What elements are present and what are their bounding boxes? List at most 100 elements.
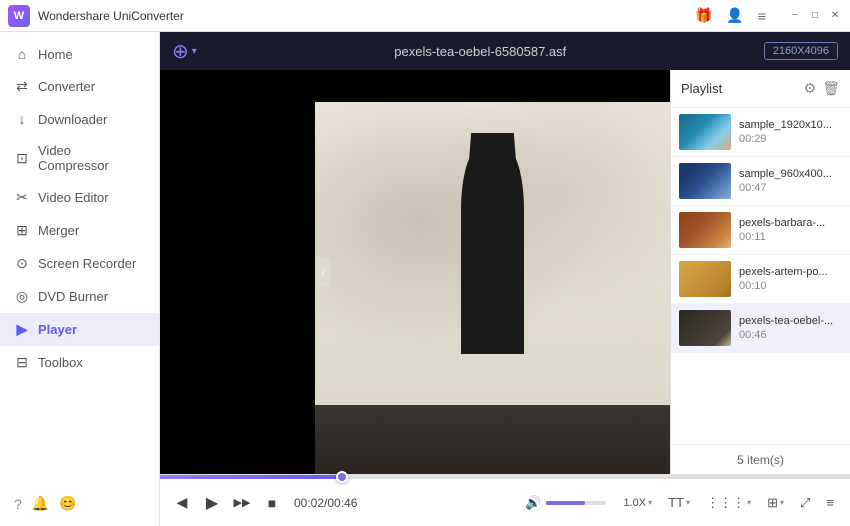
- playlist-item-duration: 00:29: [739, 133, 842, 145]
- subtitles-button[interactable]: TT ▾: [662, 491, 696, 514]
- player-controls: ◀ ▶ ▶▶ ■ 00:02/00:46 🔊 1.0X ▾: [160, 474, 850, 526]
- editor-icon: ✂: [14, 189, 30, 206]
- playlist-items: sample_1920x10... 00:29 sample_960x400..…: [671, 108, 850, 444]
- sidebar-item-toolbox[interactable]: ⊟ Toolbox: [0, 346, 159, 379]
- more-options-button[interactable]: ≡: [820, 491, 840, 514]
- crop-icon: ⊞: [767, 495, 778, 511]
- resolution-badge: 2160X4096: [764, 42, 838, 60]
- dvd-icon: ◎: [14, 288, 30, 305]
- sidebar-item-label: Video Compressor: [38, 143, 145, 173]
- more-options-icon: ≡: [826, 495, 834, 510]
- user-icon[interactable]: 👤: [722, 5, 747, 26]
- menu-icon[interactable]: ≡: [754, 6, 770, 26]
- downloader-icon: ↓: [14, 111, 30, 127]
- feedback-icon[interactable]: 😊: [59, 495, 76, 512]
- list-item[interactable]: sample_960x400... 00:47: [671, 157, 850, 206]
- list-item[interactable]: pexels-tea-oebel-... 00:46: [671, 304, 850, 353]
- sidebar-item-label: Toolbox: [38, 355, 83, 370]
- maximize-button[interactable]: □: [808, 9, 822, 23]
- playlist-settings-icon[interactable]: ⚙: [804, 80, 817, 97]
- playlist-item-name: sample_960x400...: [739, 168, 842, 180]
- gift-icon[interactable]: 🎁: [691, 5, 716, 26]
- close-button[interactable]: ✕: [828, 9, 842, 23]
- video-left-panel: [160, 70, 315, 474]
- add-icon: ⊕: [172, 39, 189, 64]
- recorder-icon: ⊙: [14, 255, 30, 272]
- playlist-item-name: sample_1920x10...: [739, 119, 842, 131]
- playlist-thumb: [679, 261, 731, 297]
- playlist-item-info: sample_1920x10... 00:29: [739, 119, 842, 145]
- sidebar-item-dvd-burner[interactable]: ◎ DVD Burner: [0, 280, 159, 313]
- crop-chevron-icon: ▾: [780, 498, 784, 507]
- list-item[interactable]: sample_1920x10... 00:29: [671, 108, 850, 157]
- fullscreen-button[interactable]: ⤢: [794, 491, 816, 515]
- sidebar-item-screen-recorder[interactable]: ⊙ Screen Recorder: [0, 247, 159, 280]
- volume-icon[interactable]: 🔊: [525, 495, 541, 511]
- sidebar-item-video-compressor[interactable]: ⊡ Video Compressor: [0, 135, 159, 181]
- compressor-icon: ⊡: [14, 150, 30, 167]
- sidebar-item-player[interactable]: ▶ Player: [0, 313, 159, 346]
- volume-section: 🔊: [525, 495, 605, 511]
- volume-slider[interactable]: [546, 501, 606, 505]
- merger-icon: ⊞: [14, 222, 30, 239]
- sidebar-item-label: Converter: [38, 79, 95, 94]
- playlist-item-duration: 00:10: [739, 280, 842, 292]
- help-icon[interactable]: ?: [14, 496, 22, 512]
- playback-speed-button[interactable]: 1.0X ▾: [618, 493, 659, 513]
- playlist-thumb: [679, 114, 731, 150]
- sidebar-item-downloader[interactable]: ↓ Downloader: [0, 103, 159, 135]
- sidebar-item-label: Player: [38, 322, 77, 337]
- playlist-item-duration: 00:11: [739, 231, 842, 243]
- notifications-icon[interactable]: 🔔: [32, 495, 49, 512]
- speed-label: 1.0X: [624, 497, 647, 509]
- titlebar: W Wondershare UniConverter 🎁 👤 ≡ − □ ✕: [0, 0, 850, 32]
- controls-row: ◀ ▶ ▶▶ ■ 00:02/00:46 🔊 1.0X ▾: [160, 479, 850, 526]
- sidebar: ⌂ Home ⇄ Converter ↓ Downloader ⊡ Video …: [0, 32, 160, 526]
- volume-fill: [546, 501, 585, 505]
- playlist-footer: 5 item(s): [671, 444, 850, 474]
- add-dropdown-arrow: ▾: [192, 46, 197, 57]
- list-item[interactable]: pexels-artem-po... 00:10: [671, 255, 850, 304]
- fullscreen-icon: ⤢: [800, 495, 810, 511]
- content-area: ⊕ ▾ pexels-tea-oebel-6580587.asf 2160X40…: [160, 32, 850, 526]
- app-title: Wondershare UniConverter: [38, 9, 691, 23]
- minimize-button[interactable]: −: [788, 9, 802, 23]
- video-main: ‹: [315, 70, 670, 474]
- playlist-item-info: sample_960x400... 00:47: [739, 168, 842, 194]
- playlist-panel: Playlist ⚙ 🗑 sample_1920x10... 00:29: [670, 70, 850, 474]
- playlist-header: Playlist ⚙ 🗑: [671, 70, 850, 108]
- play-button[interactable]: ▶: [200, 491, 224, 515]
- rewind-button[interactable]: ◀: [170, 491, 194, 515]
- sidebar-item-label: Screen Recorder: [38, 256, 136, 271]
- sidebar-item-label: DVD Burner: [38, 289, 108, 304]
- sidebar-item-merger[interactable]: ⊞ Merger: [0, 214, 159, 247]
- sidebar-item-label: Merger: [38, 223, 79, 238]
- playlist-item-name: pexels-tea-oebel-...: [739, 315, 842, 327]
- main-content: ⌂ Home ⇄ Converter ↓ Downloader ⊡ Video …: [0, 32, 850, 526]
- player-header: ⊕ ▾ pexels-tea-oebel-6580587.asf 2160X40…: [160, 32, 850, 70]
- sidebar-collapse-button[interactable]: ‹: [315, 257, 331, 287]
- list-item[interactable]: pexels-barbara-... 00:11: [671, 206, 850, 255]
- audio-chevron-icon: ▾: [747, 498, 751, 507]
- add-media-button[interactable]: ⊕ ▾: [172, 39, 197, 64]
- audio-button[interactable]: ⋮⋮⋮ ▾: [700, 491, 757, 515]
- playlist-item-info: pexels-barbara-... 00:11: [739, 217, 842, 243]
- playlist-item-name: pexels-barbara-...: [739, 217, 842, 229]
- playlist-item-name: pexels-artem-po...: [739, 266, 842, 278]
- sidebar-item-home[interactable]: ⌂ Home: [0, 38, 159, 70]
- progress-bar-container[interactable]: [160, 475, 850, 479]
- progress-thumb[interactable]: [336, 471, 348, 483]
- sidebar-item-converter[interactable]: ⇄ Converter: [0, 70, 159, 103]
- progress-bar-fill: [160, 475, 339, 479]
- toolbox-icon: ⊟: [14, 354, 30, 371]
- crop-button[interactable]: ⊞ ▾: [761, 491, 790, 515]
- sidebar-item-label: Home: [38, 47, 73, 62]
- sidebar-bottom: ? 🔔 😊: [0, 487, 159, 520]
- sidebar-item-video-editor[interactable]: ✂ Video Editor: [0, 181, 159, 214]
- fast-forward-button[interactable]: ▶▶: [230, 491, 254, 515]
- stop-button[interactable]: ■: [260, 491, 284, 515]
- video-area: ‹: [160, 70, 670, 474]
- playlist-delete-icon[interactable]: 🗑: [822, 80, 840, 97]
- window-controls: 🎁 👤 ≡ − □ ✕: [691, 5, 842, 26]
- playlist-thumb: [679, 310, 731, 346]
